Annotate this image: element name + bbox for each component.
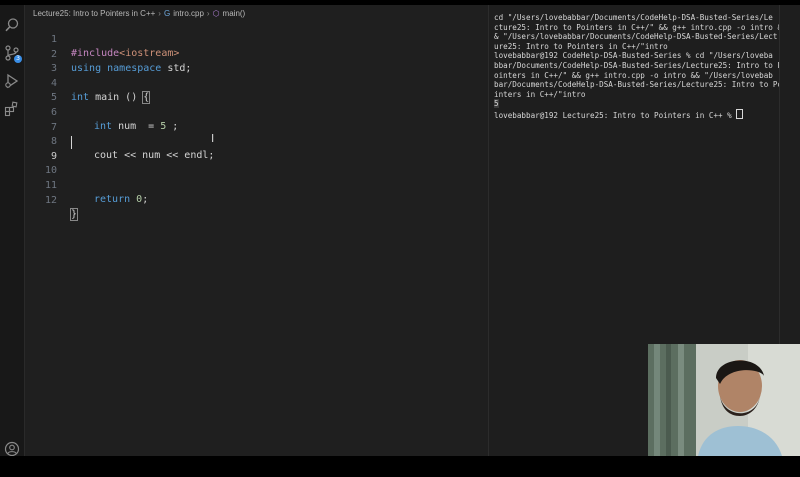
breadcrumb-symbol[interactable]: main() — [223, 9, 246, 18]
mouse-ibeam-cursor: I — [211, 132, 215, 145]
code-line-active: 9 — [25, 136, 488, 162]
terminal-line: cd "/Users/lovebabbar/Documents/CodeHelp… — [494, 13, 773, 22]
code-line: 8 cout << num << endl; — [25, 121, 488, 161]
code-editor[interactable]: Lecture25: Intro to Pointers in C++ › G … — [25, 5, 488, 456]
line-number: 12 — [44, 194, 57, 206]
function-icon: ⬡ — [212, 8, 220, 18]
activity-bar: 3 — [0, 5, 25, 457]
terminal-line: ointers in C++/" && g++ intro.cpp -o int… — [494, 70, 773, 80]
keyword-return: return — [94, 194, 131, 205]
chevron-right-icon: › — [158, 8, 161, 18]
terminal-line: cture25: Intro to Pointers in C++/" && g… — [494, 22, 783, 32]
account-icon[interactable] — [4, 441, 20, 457]
terminal-line: inters in C++/"intro — [494, 89, 586, 99]
window-bottom-bar — [0, 456, 800, 477]
code-line: 12 } — [25, 180, 488, 221]
code-line: 10 — [25, 150, 488, 176]
text-cursor — [71, 136, 72, 150]
scm-badge: 3 — [14, 55, 22, 63]
terminal-line: bbar/Documents/CodeHelp-DSA-Busted-Serie… — [494, 60, 783, 70]
chevron-right-icon: › — [206, 8, 210, 18]
code-line: 1 #include<iostream> — [25, 19, 488, 59]
breadcrumb-file[interactable]: intro.cpp — [173, 9, 204, 18]
run-debug-icon[interactable] — [4, 73, 20, 89]
terminal-output: cd "/Users/lovebabbar/Documents/CodeHelp… — [494, 13, 782, 121]
code-line: 11 return 0; — [25, 165, 488, 205]
presenter-video — [648, 344, 800, 456]
webcam-overlay — [648, 344, 800, 456]
statement-end: ; — [142, 194, 149, 205]
close-brace: } — [69, 207, 79, 221]
cpp-file-icon: G — [163, 8, 171, 18]
terminal-cursor — [736, 108, 744, 119]
code-line: 2 using namespace std; — [25, 34, 488, 74]
code-line: 3 — [25, 48, 488, 74]
source-control-icon[interactable]: 3 — [4, 45, 22, 63]
breadcrumb: Lecture25: Intro to Pointers in C++ › G … — [33, 7, 245, 19]
terminal-line: bar/Documents/CodeHelp-DSA-Busted-Series… — [494, 80, 783, 90]
terminal-prompt: lovebabbar@192 Lecture25: Intro to Point… — [494, 110, 737, 120]
code-line: 7 — [25, 107, 488, 133]
code-line: 4 int main () { — [25, 63, 488, 104]
terminal-line: lovebabbar@192 CodeHelp-DSA-Busted-Serie… — [494, 51, 773, 61]
search-icon[interactable] — [4, 17, 20, 33]
code-line: 5 — [25, 77, 488, 103]
program-output: 5 — [494, 99, 499, 109]
code-line: 6 int num = 5 ; — [25, 92, 488, 132]
breadcrumb-folder[interactable]: Lecture25: Intro to Pointers in C++ — [33, 9, 155, 18]
extensions-icon[interactable] — [4, 101, 20, 117]
terminal-line: & "/Users/lovebabbar/Documents/CodeHelp-… — [494, 32, 778, 42]
terminal-line: ure25: Intro to Pointers in C++/"intro — [494, 41, 668, 51]
